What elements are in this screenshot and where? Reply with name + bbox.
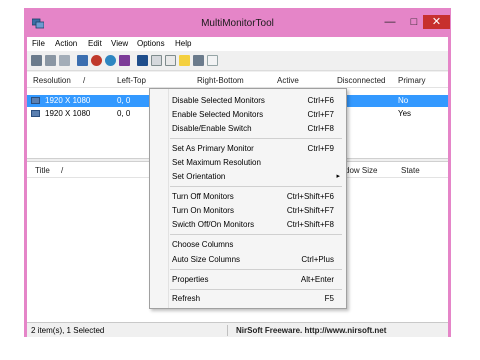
menu-properties[interactable]: Properties Alt+Enter <box>150 273 346 287</box>
status-divider <box>227 325 228 336</box>
cell-left-top: 0, 0 <box>117 109 131 118</box>
maximize-button[interactable]: □ <box>403 15 425 29</box>
col-active[interactable]: Active <box>277 76 299 85</box>
menu-item-shortcut: Ctrl+F9 <box>307 144 334 153</box>
cell-left-top: 0, 0 <box>117 96 131 105</box>
menu-set-primary[interactable]: Set As Primary Monitor Ctrl+F9 <box>150 142 346 156</box>
menu-disable-enable-switch[interactable]: Disable/Enable Switch Ctrl+F8 <box>150 122 346 136</box>
menu-item-label: Disable Selected Monitors <box>172 96 265 105</box>
sort-indicator: / <box>83 76 86 85</box>
col-title[interactable]: Title <box>35 166 50 175</box>
menu-bar: File Action Edit View Options Help <box>27 37 448 51</box>
menu-separator <box>170 289 342 290</box>
menu-item-label: Enable Selected Monitors <box>172 110 264 119</box>
context-menu: Disable Selected Monitors Ctrl+F6 Enable… <box>149 88 347 309</box>
menu-enable-selected[interactable]: Enable Selected Monitors Ctrl+F7 <box>150 108 346 122</box>
menu-edit[interactable]: Edit <box>88 39 102 48</box>
menu-item-label: Swicth Off/On Monitors <box>172 220 255 229</box>
menu-set-max-resolution[interactable]: Set Maximum Resolution <box>150 156 346 170</box>
title-bar[interactable]: MultiMonitorTool — □ ✕ <box>27 11 450 37</box>
close-button[interactable]: ✕ <box>423 15 450 29</box>
toolbar <box>27 51 448 71</box>
menu-item-label: Turn On Monitors <box>172 206 234 215</box>
menu-refresh[interactable]: Refresh F5 <box>150 292 346 306</box>
disable-monitor-icon[interactable] <box>31 55 42 66</box>
menu-separator <box>170 138 342 139</box>
menu-disable-selected[interactable]: Disable Selected Monitors Ctrl+F6 <box>150 94 346 108</box>
menu-item-shortcut: Ctrl+Plus <box>301 255 334 264</box>
menu-item-shortcut: Ctrl+Shift+F7 <box>286 206 334 215</box>
menu-separator <box>170 234 342 235</box>
monitor-icon <box>31 97 40 104</box>
menu-set-orientation[interactable]: Set Orientation ▸ <box>150 170 346 184</box>
menu-item-label: Refresh <box>172 294 201 303</box>
properties-icon[interactable] <box>165 55 176 66</box>
menu-item-shortcut: Ctrl+Shift+F6 <box>286 192 334 201</box>
menu-options[interactable]: Options <box>137 39 165 48</box>
col-primary[interactable]: Primary <box>398 76 426 85</box>
turn-on-icon[interactable] <box>105 55 116 66</box>
menu-item-shortcut: Ctrl+F7 <box>307 110 334 119</box>
menu-item-shortcut: Alt+Enter <box>300 275 334 284</box>
save-icon[interactable] <box>137 55 148 66</box>
menu-separator <box>170 186 342 187</box>
monitors-header: Resolution / Left-Top Right-Bottom Activ… <box>27 72 448 88</box>
col-state[interactable]: State <box>401 166 420 175</box>
sort-indicator: / <box>61 166 64 175</box>
menu-item-label: Disable/Enable Switch <box>172 124 252 133</box>
minimize-button[interactable]: — <box>379 15 401 29</box>
menu-item-label: Turn Off Monitors <box>172 192 234 201</box>
enable-monitor-icon[interactable] <box>45 55 56 66</box>
turn-off-icon[interactable] <box>91 55 102 66</box>
menu-item-label: Auto Size Columns <box>172 255 241 264</box>
menu-item-label: Set Orientation <box>172 172 226 181</box>
cell-resolution: 1920 X 1080 <box>45 96 91 105</box>
col-resolution[interactable]: Resolution <box>33 76 71 85</box>
menu-choose-columns[interactable]: Choose Columns <box>150 238 346 252</box>
menu-item-shortcut: Ctrl+F8 <box>307 124 334 133</box>
menu-item-label: Set As Primary Monitor <box>172 144 254 153</box>
monitor-config-icon[interactable] <box>193 55 204 66</box>
menu-item-shortcut: F5 <box>324 294 334 303</box>
nirsoft-link[interactable]: NirSoft Freeware. http://www.nirsoft.net <box>236 326 386 335</box>
submenu-arrow-icon: ▸ <box>336 173 340 180</box>
menu-turn-off-monitors[interactable]: Turn Off Monitors Ctrl+Shift+F6 <box>150 190 346 204</box>
menu-switch-off-on[interactable]: Swicth Off/On Monitors Ctrl+Shift+F8 <box>150 218 346 232</box>
col-right-bottom[interactable]: Right-Bottom <box>197 76 244 85</box>
menu-action[interactable]: Action <box>55 39 77 48</box>
find-icon[interactable] <box>179 55 190 66</box>
menu-item-label: Properties <box>172 275 209 284</box>
col-disconnected[interactable]: Disconnected <box>337 76 385 85</box>
col-left-top[interactable]: Left-Top <box>117 76 146 85</box>
col-window-size[interactable]: dow Size <box>345 166 377 175</box>
menu-turn-on-monitors[interactable]: Turn On Monitors Ctrl+Shift+F7 <box>150 204 346 218</box>
copy-icon[interactable] <box>151 55 162 66</box>
cell-resolution: 1920 X 1080 <box>45 109 91 118</box>
menu-help[interactable]: Help <box>175 39 191 48</box>
menu-file[interactable]: File <box>32 39 45 48</box>
menu-item-shortcut: Ctrl+F6 <box>307 96 334 105</box>
monitor-icon <box>31 110 40 117</box>
exit-icon[interactable] <box>207 55 218 66</box>
status-count: 2 item(s), 1 Selected <box>31 326 105 335</box>
menu-view[interactable]: View <box>111 39 128 48</box>
menu-auto-size-columns[interactable]: Auto Size Columns Ctrl+Plus <box>150 253 346 267</box>
primary-monitor-icon[interactable] <box>77 55 88 66</box>
cell-primary: No <box>398 96 409 105</box>
switch-monitor-icon[interactable] <box>59 55 70 66</box>
power-switch-icon[interactable] <box>119 55 130 66</box>
menu-separator <box>170 269 342 270</box>
menu-item-label: Choose Columns <box>172 240 234 249</box>
status-bar: 2 item(s), 1 Selected NirSoft Freeware. … <box>27 322 448 337</box>
cell-primary: Yes <box>398 109 412 118</box>
menu-item-shortcut: Ctrl+Shift+F8 <box>286 220 334 229</box>
menu-item-label: Set Maximum Resolution <box>172 158 261 167</box>
